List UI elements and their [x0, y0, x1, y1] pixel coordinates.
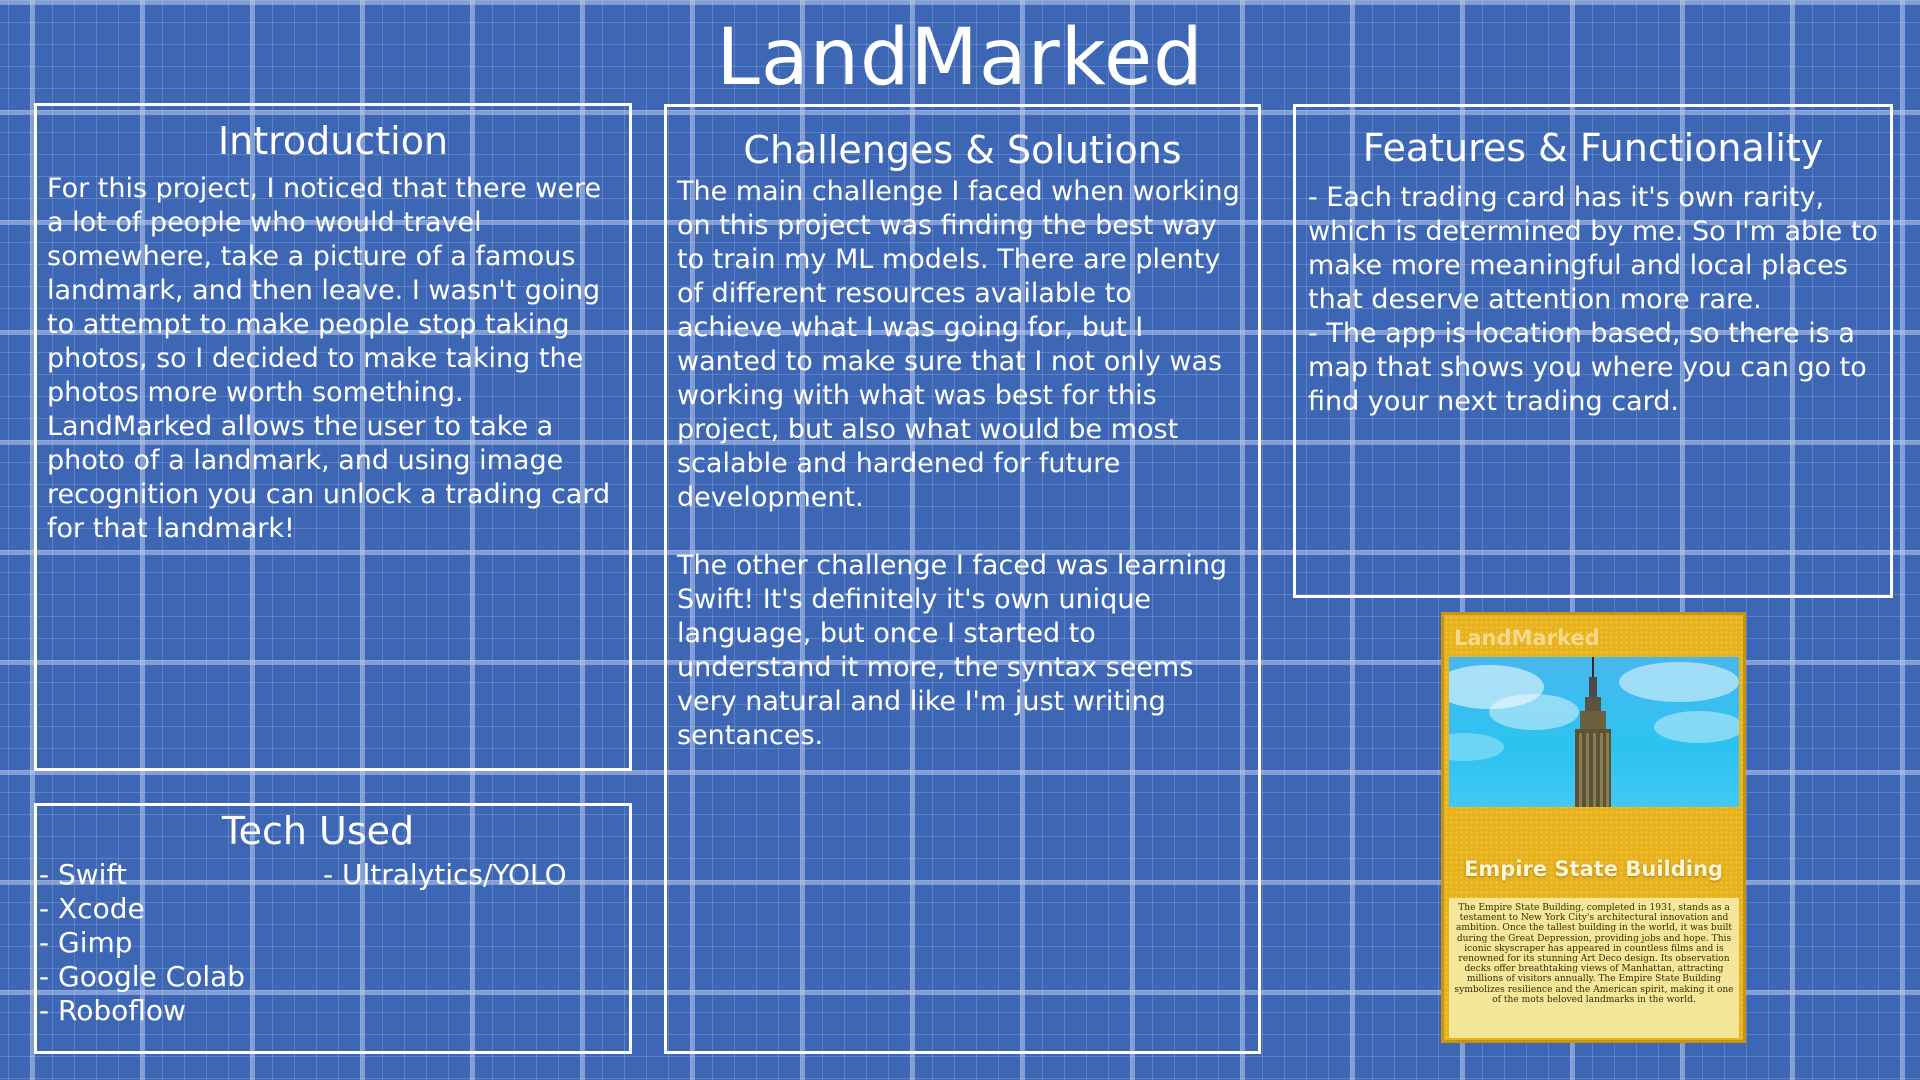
tech-item: - Xcode — [39, 892, 145, 925]
challenges-heading: Challenges & Solutions — [743, 128, 1182, 172]
tech-list-left: - Swift - Xcode - Gimp - Google Colab - … — [39, 858, 245, 1028]
features-text: - Each trading card has it's own rarity,… — [1308, 182, 1878, 417]
features-panel: Features & Functionality - Each trading … — [1293, 104, 1893, 598]
tech-item: - Google Colab — [39, 960, 246, 993]
trading-card: LandMarked Empire State Building The Emp… — [1441, 612, 1746, 1043]
challenges-panel: Challenges & Solutions The main challeng… — [664, 104, 1261, 1054]
page-title: LandMarked — [716, 13, 1204, 103]
card-brand: LandMarked — [1454, 626, 1600, 650]
features-heading: Features & Functionality — [1362, 126, 1824, 170]
tech-item: - Roboflow — [39, 994, 186, 1027]
introduction-panel: Introduction For this project, I noticed… — [34, 103, 632, 771]
card-photo-empire-state-building — [1449, 657, 1739, 807]
tech-item: - Ultralytics/YOLO — [323, 858, 567, 891]
tech-list-right: - Ultralytics/YOLO — [323, 858, 567, 892]
challenges-paragraph-2: The other challenge I faced was learning… — [677, 550, 1228, 751]
tech-used-panel: Tech Used - Swift - Xcode - Gimp - Googl… — [34, 803, 632, 1054]
skyscraper-illustration — [1449, 657, 1739, 807]
challenges-paragraph-1: The main challenge I faced when working … — [677, 176, 1240, 513]
tech-heading: Tech Used — [221, 809, 415, 853]
tech-item: - Swift — [39, 858, 127, 891]
introduction-text: For this project, I noticed that there w… — [47, 173, 611, 544]
introduction-heading: Introduction — [217, 119, 449, 163]
card-description: The Empire State Building, completed in … — [1449, 898, 1739, 1038]
card-landmark-name: Empire State Building — [1464, 857, 1723, 881]
tech-item: - Gimp — [39, 926, 133, 959]
